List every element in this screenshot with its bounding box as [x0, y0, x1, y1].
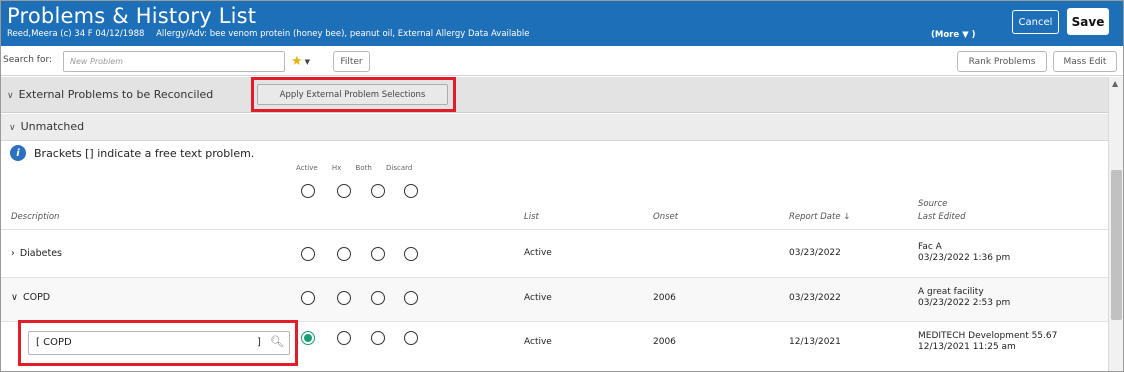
- cancel-button[interactable]: Cancel: [1012, 10, 1059, 34]
- row-source: A great facility: [918, 287, 984, 297]
- row-source: MEDITECH Development 55.67: [918, 331, 1058, 341]
- chevron-down-icon: ▼: [304, 57, 311, 66]
- info-text: Brackets [] indicate a free text problem…: [34, 147, 255, 160]
- external-problems-section-header[interactable]: ∨ External Problems to be Reconciled: [1, 77, 1108, 113]
- row-last-edited: 03/23/2022 1:36 pm: [918, 253, 1011, 263]
- row-list: Active: [524, 293, 552, 303]
- allergy-info: Allergy/Adv: bee venom protein (honey be…: [156, 29, 530, 39]
- chevron-down-icon: ∨: [7, 91, 14, 101]
- col-header-list[interactable]: List: [524, 212, 539, 222]
- row-radio-hx[interactable]: [337, 291, 351, 305]
- row-onset: 2006: [653, 337, 676, 347]
- row-report-date: 03/23/2022: [789, 293, 841, 303]
- row-radio-both[interactable]: [371, 331, 385, 345]
- col-header-description[interactable]: Description: [11, 212, 59, 222]
- favorites-button[interactable]: ★ ▼: [291, 52, 321, 71]
- external-problems-label-wrap: ∨ External Problems to be Reconciled: [7, 88, 213, 101]
- scroll-thumb[interactable]: [1111, 170, 1122, 320]
- row-description[interactable]: › Diabetes: [11, 248, 62, 259]
- row-description-text: COPD: [22, 292, 51, 303]
- highlight-box-problem-input: [18, 320, 298, 366]
- search-input[interactable]: New Problem: [63, 51, 285, 72]
- row-radio-discard[interactable]: [404, 291, 418, 305]
- select-all-active-radio[interactable]: [301, 184, 315, 198]
- chevron-right-icon: ›: [11, 248, 15, 259]
- row-radio-both[interactable]: [371, 291, 385, 305]
- row-radio-active[interactable]: [301, 331, 315, 345]
- row-radio-both[interactable]: [371, 247, 385, 261]
- select-all-hx-radio[interactable]: [337, 184, 351, 198]
- col-header-source[interactable]: Source: [918, 199, 947, 209]
- patient-info: Reed,Meera (c) 34 F 04/12/1988: [7, 29, 145, 39]
- row-radio-active[interactable]: [301, 247, 315, 261]
- mass-edit-button[interactable]: Mass Edit: [1053, 51, 1117, 72]
- scroll-up-icon[interactable]: ▲: [1112, 79, 1118, 88]
- search-toolbar: Search for: New Problem ★ ▼ Filter Rank P…: [1, 46, 1123, 76]
- option-label-active: Active: [296, 164, 318, 172]
- option-label-hx: Hx: [331, 164, 342, 172]
- col-header-last-edited[interactable]: Last Edited: [918, 212, 966, 222]
- option-label-both: Both: [355, 164, 372, 172]
- problems-history-window: Problems & History List Reed,Meera (c) 3…: [0, 0, 1124, 372]
- col-header-report-date[interactable]: Report Date ↓: [789, 212, 850, 222]
- star-icon: ★: [291, 54, 303, 69]
- highlight-box-apply: [251, 77, 456, 112]
- row-radio-discard[interactable]: [404, 247, 418, 261]
- more-link[interactable]: (More ▼ ): [931, 30, 975, 40]
- row-source-edited: MEDITECH Development 55.67 12/13/2021 11…: [918, 331, 1057, 353]
- select-all-both-radio[interactable]: [371, 184, 385, 198]
- unmatched-label: Unmatched: [20, 120, 85, 133]
- row-report-date: 03/23/2022: [789, 248, 841, 258]
- save-button[interactable]: Save: [1067, 8, 1109, 35]
- option-label-discard: Discard: [386, 164, 413, 172]
- row-report-date: 12/13/2021: [789, 337, 841, 347]
- row-source: Fac A: [918, 242, 942, 252]
- row-radio-discard[interactable]: [404, 331, 418, 345]
- row-description-text: Diabetes: [19, 248, 62, 259]
- table-row: › Diabetes Active 03/23/2022 Fac A 03/23/…: [1, 229, 1108, 277]
- info-icon: i: [10, 145, 26, 161]
- select-all-discard-radio[interactable]: [404, 184, 418, 198]
- external-problems-label: External Problems to be Reconciled: [18, 88, 214, 101]
- page-title: Problems & History List: [7, 4, 257, 28]
- patient-banner: Reed,Meera (c) 34 F 04/12/1988 Allergy/A…: [7, 29, 538, 39]
- row-onset: 2006: [653, 293, 676, 303]
- app-header: Problems & History List Reed,Meera (c) 3…: [1, 1, 1123, 46]
- filter-button[interactable]: Filter: [333, 51, 370, 72]
- row-last-edited: 12/13/2021 11:25 am: [918, 342, 1016, 352]
- unmatched-label-wrap: ∨ Unmatched: [9, 120, 84, 133]
- row-list: Active: [524, 248, 552, 258]
- chevron-down-icon: ∨: [9, 123, 16, 133]
- vertical-scrollbar[interactable]: ▲: [1108, 77, 1123, 371]
- row-radio-active[interactable]: [301, 291, 315, 305]
- row-list: Active: [524, 337, 552, 347]
- row-source-edited: Fac A 03/23/2022 1:36 pm: [918, 242, 1010, 264]
- reconcile-option-labels: Active Hx Both Discard: [296, 164, 424, 172]
- row-radio-hx[interactable]: [337, 331, 351, 345]
- unmatched-section-header[interactable]: ∨ Unmatched: [1, 114, 1108, 141]
- row-description[interactable]: ∨ COPD: [11, 292, 50, 303]
- rank-problems-button[interactable]: Rank Problems: [957, 51, 1047, 72]
- info-message: i Brackets [] indicate a free text probl…: [1, 141, 1108, 166]
- table-row: ∨ COPD Active 2006 03/23/2022 A great fac…: [1, 277, 1108, 321]
- row-source-edited: A great facility 03/23/2022 2:53 pm: [918, 287, 1010, 309]
- row-radio-hx[interactable]: [337, 247, 351, 261]
- row-last-edited: 03/23/2022 2:53 pm: [918, 298, 1011, 308]
- col-header-onset[interactable]: Onset: [653, 212, 678, 222]
- search-label: Search for:: [3, 55, 53, 65]
- chevron-down-icon: ∨: [11, 292, 18, 303]
